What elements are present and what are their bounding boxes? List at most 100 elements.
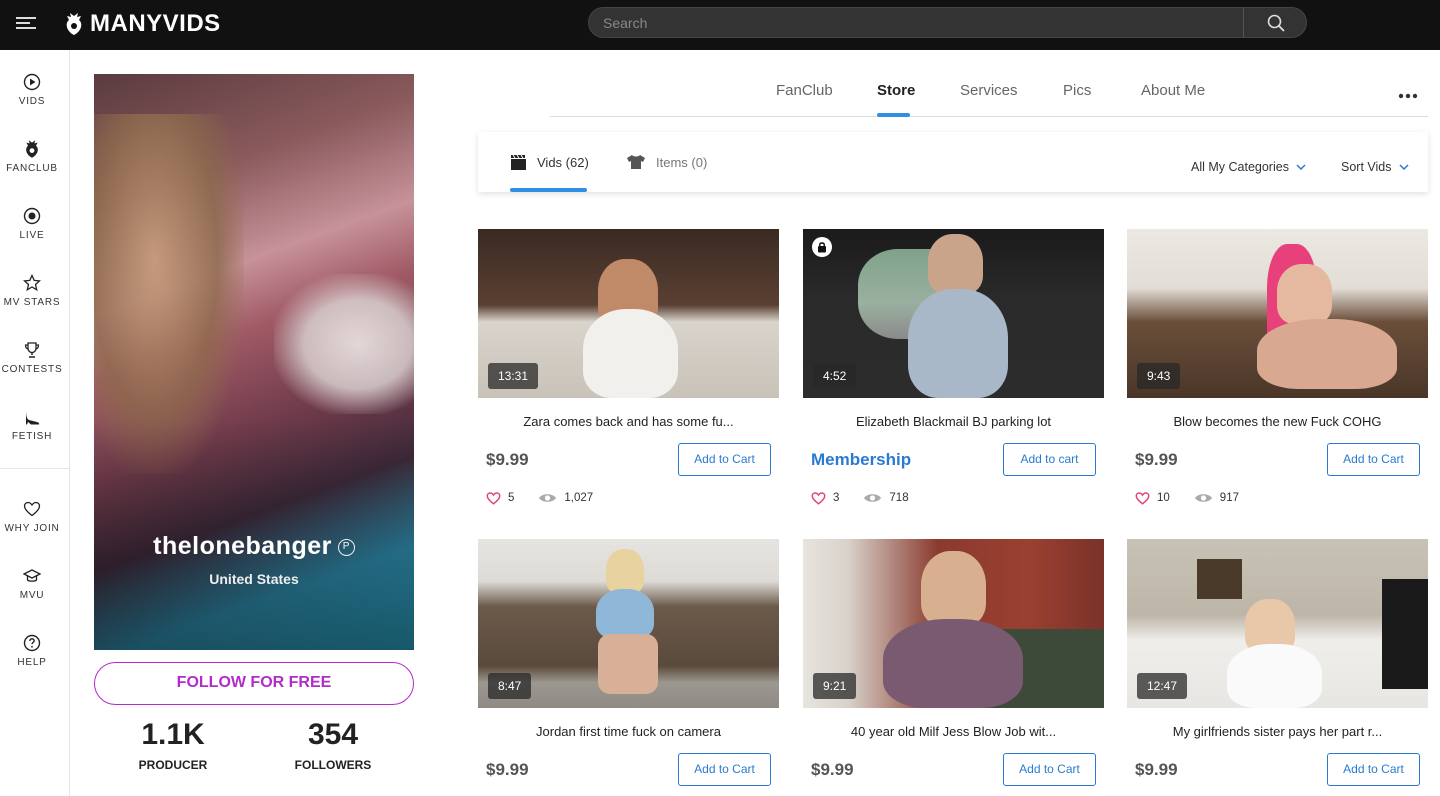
video-thumbnail[interactable]: 4:52 — [803, 229, 1104, 398]
video-duration: 12:47 — [1137, 673, 1188, 699]
video-title[interactable]: Zara comes back and has some fu... — [478, 414, 779, 429]
stat-caption: FOLLOWERS — [294, 758, 372, 772]
more-options-icon[interactable] — [1398, 86, 1418, 104]
nav-separator — [0, 468, 69, 469]
heart-icon[interactable] — [811, 491, 826, 505]
active-tab-indicator — [877, 113, 910, 117]
profile-country: United States — [209, 571, 299, 587]
eye-icon — [1194, 494, 1212, 502]
profile-name-line: thelonebanger P — [94, 532, 414, 561]
video-thumbnail[interactable]: 9:43 — [1127, 229, 1428, 398]
subtab-items[interactable]: Items (0) — [626, 154, 707, 170]
video-price: $9.99 — [486, 450, 529, 469]
logo-text: MANYVIDS — [90, 10, 221, 37]
video-title[interactable]: 40 year old Milf Jess Blow Job wit... — [803, 724, 1104, 739]
stat-value: 354 — [307, 718, 359, 751]
video-card: 9:43 Blow becomes the new Fuck COHG $9.9… — [1127, 229, 1428, 519]
video-card: 9:21 40 year old Milf Jess Blow Job wit.… — [803, 539, 1104, 796]
add-to-cart-button[interactable]: Add to cart — [1003, 443, 1096, 476]
live-dot-icon — [23, 207, 41, 225]
dropdown-label: All My Categories — [1191, 160, 1289, 174]
manyvids-logo[interactable]: MANYVIDS — [64, 9, 221, 39]
search-icon — [1267, 14, 1285, 32]
video-thumbnail[interactable]: 12:47 — [1127, 539, 1428, 708]
membership-link[interactable]: Membership — [811, 450, 911, 470]
video-duration: 9:43 — [1137, 363, 1181, 389]
video-thumbnail[interactable]: 8:47 — [478, 539, 779, 708]
search-input[interactable] — [603, 14, 1233, 32]
heart-icon — [23, 501, 41, 517]
nav-fanclub[interactable]: FANCLUB — [0, 139, 64, 174]
search-divider — [1243, 8, 1244, 37]
nav-why-join[interactable]: WHY JOIN — [0, 499, 64, 534]
add-to-cart-button[interactable]: Add to Cart — [678, 443, 771, 476]
profile-photo[interactable]: thelonebanger P United States — [94, 74, 414, 650]
active-subtab-indicator — [510, 188, 587, 192]
add-to-cart-button[interactable]: Add to Cart — [678, 753, 771, 786]
nav-fetish[interactable]: FETISH — [0, 407, 64, 442]
heart-icon[interactable] — [1135, 491, 1150, 505]
nav-contests[interactable]: CONTESTS — [0, 340, 64, 375]
add-to-cart-button[interactable]: Add to Cart — [1003, 753, 1096, 786]
video-price: $9.99 — [486, 760, 529, 779]
nav-label: WHY JOIN — [4, 523, 60, 534]
video-stats: 3 718 — [811, 491, 909, 505]
star-icon — [23, 274, 41, 292]
nav-label: FETISH — [11, 431, 53, 442]
stat-followers: 354 FOLLOWERS — [282, 718, 384, 772]
dropdown-label: Sort Vids — [1341, 160, 1392, 174]
fanclub-crest-icon — [26, 140, 38, 158]
like-count: 5 — [508, 492, 515, 504]
add-to-cart-button[interactable]: Add to Cart — [1327, 753, 1420, 786]
nav-help[interactable]: HELP — [0, 633, 64, 668]
nav-label: HELP — [17, 657, 47, 668]
lock-icon — [812, 237, 832, 257]
tshirt-icon — [627, 155, 645, 169]
menu-icon[interactable] — [16, 14, 36, 34]
nav-label: LIVE — [19, 230, 45, 241]
tab-about-me[interactable]: About Me — [1141, 82, 1205, 99]
video-price: $9.99 — [811, 760, 854, 779]
video-duration: 9:21 — [813, 673, 857, 699]
subtab-label: Vids (62) — [537, 155, 589, 170]
sort-dropdown[interactable]: Sort Vids — [1341, 160, 1409, 174]
profile-name: thelonebanger — [153, 532, 332, 560]
subtab-vids[interactable]: Vids (62) — [510, 154, 589, 171]
nav-mv-stars[interactable]: MV STARS — [0, 273, 64, 308]
heart-icon[interactable] — [486, 491, 501, 505]
logo-crest-icon — [66, 13, 82, 35]
high-heel-icon — [26, 410, 40, 425]
video-title[interactable]: Blow becomes the new Fuck COHG — [1127, 414, 1428, 429]
video-thumbnail[interactable]: 9:21 — [803, 539, 1104, 708]
video-thumbnail[interactable]: 13:31 — [478, 229, 779, 398]
photo-overlay — [94, 74, 414, 650]
play-circle-icon — [23, 73, 41, 91]
eye-icon — [864, 494, 882, 502]
tab-store[interactable]: Store — [877, 82, 915, 99]
clapperboard-icon — [511, 154, 526, 170]
profile-tabs: FanClub Store Services Pics About Me — [550, 74, 1428, 117]
categories-dropdown[interactable]: All My Categories — [1191, 160, 1306, 174]
trophy-icon — [24, 342, 40, 358]
stat-value: 1.1K — [141, 718, 205, 751]
nav-label: CONTESTS — [1, 364, 63, 375]
video-card: 13:31 Zara comes back and has some fu...… — [478, 229, 779, 519]
add-to-cart-button[interactable]: Add to Cart — [1327, 443, 1420, 476]
search-button[interactable] — [1245, 8, 1307, 37]
video-title[interactable]: Jordan first time fuck on camera — [478, 724, 779, 739]
video-title[interactable]: Elizabeth Blackmail BJ parking lot — [803, 414, 1104, 429]
video-stats: 10 917 — [1135, 491, 1239, 505]
chevron-down-icon — [1296, 164, 1306, 170]
tab-services[interactable]: Services — [960, 82, 1018, 99]
nav-label: VIDS — [18, 96, 46, 107]
video-duration: 13:31 — [488, 363, 539, 389]
nav-vids[interactable]: VIDS — [0, 72, 64, 107]
nav-mvu[interactable]: MVU — [0, 566, 64, 601]
nav-live[interactable]: LIVE — [0, 206, 64, 241]
tab-pics[interactable]: Pics — [1063, 82, 1091, 99]
video-card: 8:47 Jordan first time fuck on camera $9… — [478, 539, 779, 796]
video-title[interactable]: My girlfriends sister pays her part r... — [1127, 724, 1428, 739]
left-nav: VIDS FANCLUB LIVE MV STARS CONTESTS FETI… — [0, 50, 70, 796]
tab-fanclub[interactable]: FanClub — [776, 82, 833, 99]
follow-button[interactable]: FOLLOW FOR FREE — [94, 662, 414, 705]
